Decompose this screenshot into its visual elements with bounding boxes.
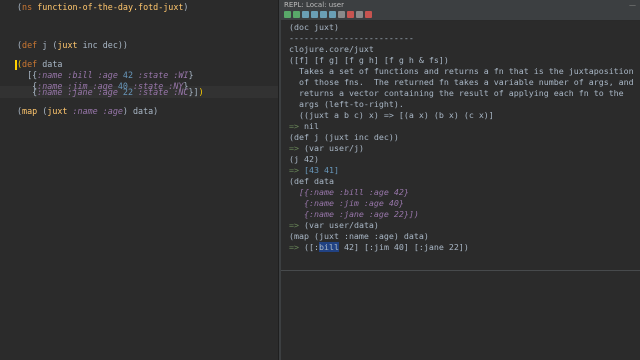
juxt-fn: juxt — [47, 106, 68, 116]
load-icon[interactable] — [320, 11, 327, 18]
doc-signature: ([f] [f g] [f g h] [f g h & fs]) — [289, 55, 449, 65]
repl-output: (doc juxt) ------------------------- clo… — [289, 22, 634, 252]
def-data-form: (def data — [17, 59, 63, 69]
doc-text: ((juxt a b c) x) => [(a x) (b x) (c x)] — [289, 110, 494, 120]
doc-separator: ------------------------- — [289, 33, 414, 43]
step-icon[interactable] — [302, 11, 309, 18]
repl-input: (def j (juxt inc dec)) — [289, 132, 399, 142]
close-icon[interactable] — [365, 11, 372, 18]
var-name-j: j — [42, 40, 48, 50]
repl-panel: REPL: Local: user — (doc juxt) ---------… — [281, 0, 640, 360]
rerun-icon[interactable] — [293, 11, 300, 18]
selected-text[interactable]: bill — [319, 242, 339, 252]
def-keyword: def — [22, 59, 38, 69]
repl-result: (var user/data) — [304, 220, 379, 230]
repl-input: {:name :jim :age 40} — [289, 198, 404, 208]
run-icon[interactable] — [284, 11, 291, 18]
repl-input: (j 42) — [289, 154, 319, 164]
data-row-1: [{:name :bill :age 42 :state :WI} — [17, 70, 194, 80]
var-name-data: data — [42, 59, 63, 69]
repl-result: [43 41] — [304, 165, 339, 175]
settings-icon[interactable] — [329, 11, 336, 18]
ns-form: (ns function-of-the-day.fotd-juxt) — [17, 2, 189, 12]
data-row-3: {:name :jane :age 22 :state :NC}]) — [17, 87, 204, 97]
repl-input: (map (juxt :name :age) data) — [289, 231, 429, 241]
repl-input-divider[interactable] — [281, 270, 640, 271]
repl-result: ([: — [304, 242, 319, 252]
repl-title: REPL: Local: user — [284, 1, 344, 9]
doc-text: returns a vector containing the result o… — [289, 88, 624, 98]
ns-keyword: ns — [22, 2, 33, 12]
repl-title-bar: REPL: Local: user — — [281, 0, 640, 10]
pin-icon[interactable] — [356, 11, 363, 18]
doc-text: of those fns. The returned fn takes a va… — [289, 77, 634, 87]
code-editor[interactable]: (ns function-of-the-day.fotd-juxt) (def … — [0, 0, 278, 360]
doc-text: args (left-to-right). — [289, 99, 404, 109]
history-icon[interactable] — [311, 11, 318, 18]
repl-result: 42] [:jim 40] [:jane 22]) — [338, 242, 469, 252]
repl-input-doc: (doc juxt) — [289, 22, 339, 32]
repl-toolbar — [281, 10, 640, 21]
repl-input: (def data — [289, 176, 334, 186]
minimize-button[interactable]: — — [629, 0, 636, 10]
map-form: (map (juxt :name :age) data) — [17, 106, 159, 116]
doc-text: Takes a set of functions and returns a f… — [289, 66, 634, 76]
repl-input: {:name :jane :age 22}]) — [289, 209, 419, 219]
repl-result: (var user/j) — [304, 143, 364, 153]
ns-name: function-of-the-day.fotd-juxt — [37, 2, 184, 12]
def-keyword: def — [22, 40, 38, 50]
juxt-keys: :name :age — [72, 106, 123, 116]
doc-name: clojure.core/juxt — [289, 44, 374, 54]
clear-icon[interactable] — [338, 11, 345, 18]
stop-icon[interactable] — [347, 11, 354, 18]
repl-input: [{:name :bill :age 42} — [289, 187, 409, 197]
juxt-fn: juxt — [57, 40, 78, 50]
map-data-arg: data) — [133, 106, 159, 116]
juxt-args: inc dec)) — [82, 40, 128, 50]
repl-result: nil — [304, 121, 319, 131]
map-fn: map — [22, 106, 38, 116]
def-j-form: (def j (juxt inc dec)) — [17, 40, 128, 50]
